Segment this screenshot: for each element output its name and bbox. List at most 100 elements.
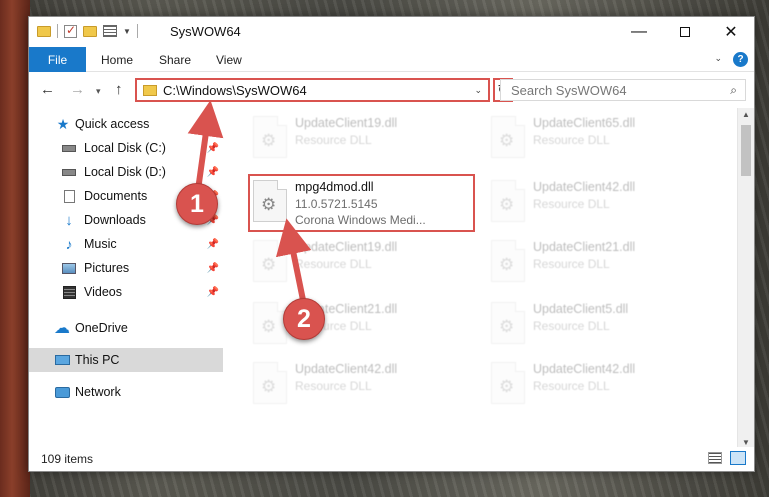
cloud-icon: ☁ — [54, 320, 70, 337]
music-icon: ♪ — [65, 236, 73, 252]
file-type: Resource DLL — [533, 133, 610, 147]
customize-toolbar-chevron-icon[interactable]: ▼ — [123, 27, 131, 36]
gear-icon: ⚙ — [499, 255, 515, 274]
scroll-down-icon[interactable]: ▼ — [742, 438, 750, 447]
chevron-down-icon[interactable]: ⌄ — [714, 53, 722, 64]
dll-file-icon: ⚙ — [253, 362, 287, 404]
computer-icon — [54, 353, 70, 367]
gear-icon: ⚙ — [499, 195, 515, 214]
file-tile[interactable]: ⚙ UpdateClient5.dll Resource DLL — [483, 298, 713, 350]
ribbon-tabs: File Home Share View ⌄ ? — [29, 47, 754, 72]
dll-file-icon: ⚙ — [491, 302, 525, 344]
sidebar-item-label: Downloads — [84, 213, 146, 227]
sidebar-item-label: Music — [84, 237, 117, 251]
step-1-callout: 1 — [176, 183, 218, 225]
tab-file[interactable]: File — [29, 47, 86, 72]
file-tile[interactable]: ⚙ UpdateClient21.dll Resource DLL — [245, 298, 475, 350]
file-type: Resource DLL — [533, 197, 610, 211]
close-button[interactable]: ✕ — [708, 17, 754, 47]
vertical-scrollbar[interactable]: ▲ ▼ — [737, 108, 754, 449]
scrollbar-thumb[interactable] — [741, 125, 751, 176]
file-tile[interactable]: ⚙ UpdateClient21.dll Resource DLL — [483, 236, 713, 288]
sidebar-item-music[interactable]: ♪ Music 📌 — [29, 232, 223, 256]
file-name: UpdateClient19.dll — [295, 116, 398, 130]
new-folder-icon[interactable] — [83, 25, 97, 37]
dll-file-icon: ⚙ — [253, 240, 287, 282]
minimize-button[interactable]: — — [616, 17, 662, 47]
file-name: UpdateClient42.dll — [533, 180, 636, 194]
file-tile[interactable]: ⚙ UpdateClient65.dll Resource DLL — [483, 112, 713, 164]
file-name: UpdateClient19.dll — [295, 240, 398, 254]
tab-share[interactable]: Share — [159, 47, 191, 72]
properties-icon[interactable] — [103, 25, 117, 37]
gear-icon: ⚙ — [499, 317, 515, 336]
file-name: UpdateClient21.dll — [533, 240, 636, 254]
sidebar-item-onedrive[interactable]: ☁ OneDrive — [29, 316, 223, 340]
dll-file-icon: ⚙ — [491, 116, 525, 158]
toolbar-divider — [57, 24, 58, 38]
toolbar-divider — [136, 24, 138, 38]
help-button[interactable]: ? — [733, 52, 748, 67]
forward-button[interactable]: → — [70, 81, 85, 98]
recent-locations-button[interactable]: ▾ — [96, 86, 101, 97]
file-highlight-box — [248, 174, 475, 232]
sidebar-item-quick-access[interactable]: ★ Quick access — [29, 112, 223, 136]
gear-icon: ⚙ — [261, 317, 277, 336]
search-icon[interactable]: ⌕ — [730, 83, 737, 98]
dll-file-icon: ⚙ — [253, 302, 287, 344]
pin-icon: 📌 — [206, 286, 219, 298]
gear-icon: ⚙ — [499, 131, 515, 150]
file-type: Resource DLL — [295, 257, 372, 271]
navigation-pane: ★ Quick access Local Disk (C:) 📌 Local D… — [29, 108, 224, 448]
sidebar-item-label: Local Disk (C:) — [84, 141, 166, 155]
sidebar-item-local-disk-c[interactable]: Local Disk (C:) 📌 — [29, 136, 223, 160]
gear-icon: ⚙ — [499, 377, 515, 396]
file-name: UpdateClient65.dll — [533, 116, 636, 130]
sidebar-item-this-pc[interactable]: This PC — [29, 348, 223, 372]
tab-home[interactable]: Home — [101, 47, 133, 72]
folder-icon[interactable] — [37, 25, 51, 37]
file-type: Resource DLL — [295, 133, 372, 147]
scroll-up-icon[interactable]: ▲ — [742, 110, 750, 119]
network-icon — [54, 385, 70, 399]
file-name: UpdateClient42.dll — [295, 362, 398, 376]
tab-view[interactable]: View — [216, 47, 242, 72]
gear-icon: ⚙ — [261, 377, 277, 396]
file-tile[interactable]: ⚙ UpdateClient42.dll Resource DLL — [245, 358, 475, 410]
pin-icon: 📌 — [206, 142, 219, 154]
address-history-chevron-icon[interactable]: ⌄ — [474, 85, 482, 96]
sidebar-item-label: Pictures — [84, 261, 130, 275]
file-tile[interactable]: ⚙ UpdateClient42.dll Resource DLL — [483, 176, 713, 228]
address-path[interactable]: C:\Windows\SysWOW64 — [163, 83, 307, 98]
large-icons-view-icon[interactable] — [730, 451, 746, 465]
step-2-callout: 2 — [283, 298, 325, 340]
file-tile[interactable]: ⚙ UpdateClient19.dll Resource DLL — [245, 112, 475, 164]
details-view-icon[interactable] — [708, 452, 722, 464]
pictures-icon — [61, 261, 77, 275]
folder-icon — [143, 85, 157, 96]
file-tile[interactable]: ⚙ UpdateClient42.dll Resource DLL — [483, 358, 713, 410]
dll-file-icon: ⚙ — [253, 116, 287, 158]
window-title: SysWOW64 — [170, 24, 241, 39]
title-bar: ▼ SysWOW64 — ✕ — [29, 17, 754, 47]
sidebar-item-network[interactable]: Network — [29, 380, 223, 404]
navigation-bar: ← → ▾ ↑ C:\Windows\SysWOW64 ⌄ ↻ Search S… — [29, 73, 754, 107]
up-button[interactable]: ↑ — [115, 81, 123, 98]
search-input[interactable]: Search SysWOW64 ⌕ — [500, 79, 746, 101]
sidebar-item-label: Videos — [84, 285, 122, 299]
address-bar[interactable]: C:\Windows\SysWOW64 ⌄ — [135, 78, 490, 102]
documents-icon — [61, 189, 77, 203]
quick-access-toolbar: ▼ — [37, 23, 138, 38]
back-button[interactable]: ← — [40, 81, 55, 98]
star-icon: ★ — [56, 115, 70, 132]
file-type: Resource DLL — [533, 319, 610, 333]
sidebar-item-local-disk-d[interactable]: Local Disk (D:) 📌 — [29, 160, 223, 184]
file-tile[interactable]: ⚙ UpdateClient19.dll Resource DLL — [245, 236, 475, 288]
sidebar-item-videos[interactable]: Videos 📌 — [29, 280, 223, 304]
sidebar-item-label: This PC — [75, 353, 120, 367]
dll-file-icon: ⚙ — [491, 362, 525, 404]
maximize-button[interactable] — [662, 17, 708, 47]
file-name: UpdateClient5.dll — [533, 302, 629, 316]
properties-check-icon[interactable] — [64, 23, 77, 38]
sidebar-item-pictures[interactable]: Pictures 📌 — [29, 256, 223, 280]
